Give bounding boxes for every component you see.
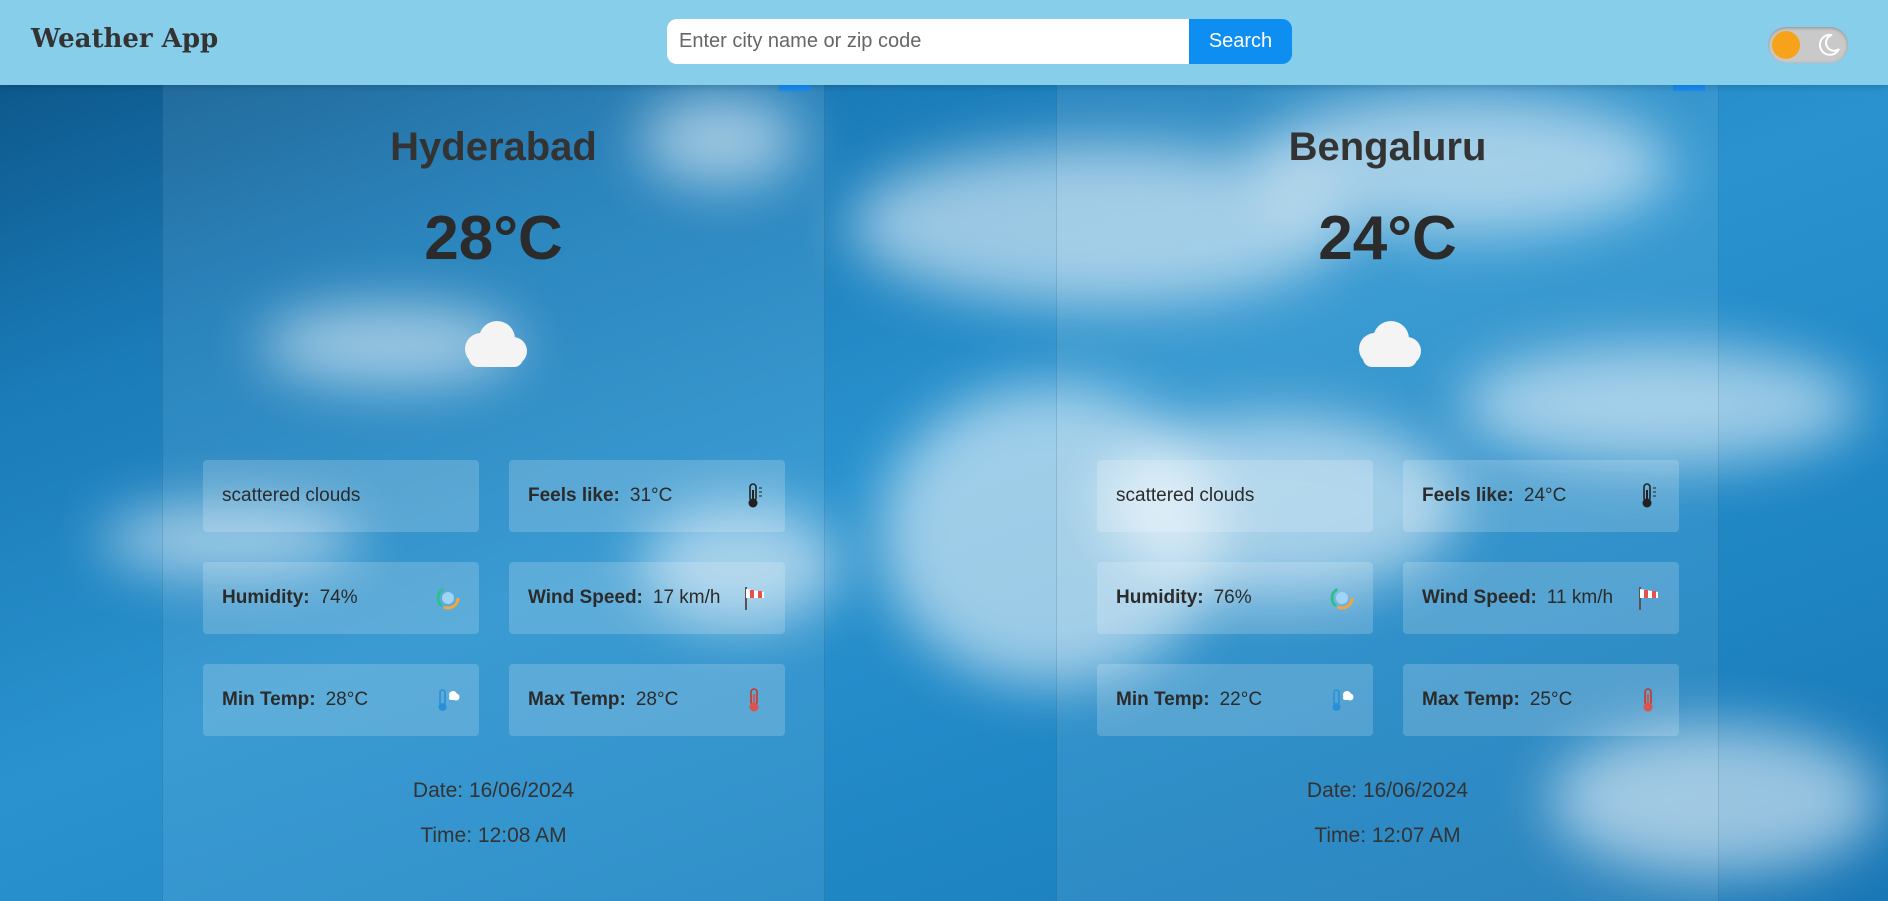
search-bar: Search xyxy=(667,19,1292,64)
cloud-icon xyxy=(1349,319,1427,369)
max-temp-tile: Max Temp: 25°C xyxy=(1403,664,1679,736)
card-corner-accent xyxy=(779,85,811,91)
current-temperature: 24°C xyxy=(1318,204,1457,273)
app-title: Weather App xyxy=(31,24,219,54)
feels-like-tile: Feels like: 31°C xyxy=(509,460,785,532)
search-button[interactable]: Search xyxy=(1189,19,1292,64)
wind-speed-tile-value: 11 km/h xyxy=(1546,587,1614,608)
weather-description: scattered clouds xyxy=(222,485,361,506)
feels-like-tile-label: Feels like: xyxy=(528,485,620,506)
min-temp-tile-label: Min Temp: xyxy=(1116,689,1210,710)
moon-icon xyxy=(1818,33,1840,56)
max-temp-tile: Max Temp: 28°C xyxy=(509,664,785,736)
humidity-tile: Humidity: 76% xyxy=(1097,562,1373,634)
humidity-icon xyxy=(1329,584,1355,612)
thermometer-icon xyxy=(1635,482,1661,510)
min-temp-tile-value: 28°C xyxy=(325,689,369,710)
feels-like-tile-value: 31°C xyxy=(629,485,673,506)
humidity-tile-label: Humidity: xyxy=(1116,587,1204,608)
max-temp-tile-label: Max Temp: xyxy=(1422,689,1520,710)
weather-card-bengaluru: Bengaluru 24°C scattered clouds Feels like:… xyxy=(1056,85,1719,901)
windsock-icon xyxy=(741,584,767,612)
min-temp-icon xyxy=(1329,686,1355,714)
max-temp-tile-value: 28°C xyxy=(635,689,679,710)
date-text: Date: 16/06/2024 xyxy=(412,779,575,802)
max-temp-icon xyxy=(741,686,767,714)
feels-like-tile: Feels like: 24°C xyxy=(1403,460,1679,532)
humidity-icon xyxy=(435,584,461,612)
city-name: Bengaluru xyxy=(1288,125,1487,169)
humidity-tile-label: Humidity: xyxy=(222,587,310,608)
humidity-tile: Humidity: 74% xyxy=(203,562,479,634)
current-temperature: 28°C xyxy=(424,204,563,273)
weather-card-hyderabad: Hyderabad 28°C scattered clouds Feels like:… xyxy=(162,85,825,901)
wind-speed-tile-value: 17 km/h xyxy=(652,587,721,608)
wind-speed-tile: Wind Speed: 11 km/h xyxy=(1403,562,1679,634)
min-temp-icon xyxy=(435,686,461,714)
theme-toggle[interactable] xyxy=(1768,27,1848,63)
time-text: Time: 12:07 AM xyxy=(1314,824,1461,847)
windsock-icon xyxy=(1635,584,1661,612)
sun-knob xyxy=(1772,31,1800,59)
weather-description: scattered clouds xyxy=(1116,485,1255,506)
date-text: Date: 16/06/2024 xyxy=(1306,779,1469,802)
feels-like-tile-value: 24°C xyxy=(1523,485,1567,506)
app-header: Weather App Search xyxy=(0,0,1888,85)
humidity-tile-value: 74% xyxy=(319,587,358,608)
time-text: Time: 12:08 AM xyxy=(420,824,567,847)
search-input[interactable] xyxy=(667,19,1189,64)
wind-speed-tile-label: Wind Speed: xyxy=(1422,587,1537,608)
min-temp-tile: Min Temp: 28°C xyxy=(203,664,479,736)
description-tile: scattered clouds xyxy=(203,460,479,532)
max-temp-tile-value: 25°C xyxy=(1529,689,1573,710)
city-name: Hyderabad xyxy=(390,125,597,169)
wind-speed-tile-label: Wind Speed: xyxy=(528,587,643,608)
humidity-tile-value: 76% xyxy=(1213,587,1252,608)
max-temp-icon xyxy=(1635,686,1661,714)
feels-like-tile-label: Feels like: xyxy=(1422,485,1514,506)
cloud-icon xyxy=(455,319,533,369)
card-corner-accent xyxy=(1673,85,1705,91)
wind-speed-tile: Wind Speed: 17 km/h xyxy=(509,562,785,634)
min-temp-tile: Min Temp: 22°C xyxy=(1097,664,1373,736)
min-temp-tile-label: Min Temp: xyxy=(222,689,316,710)
description-tile: scattered clouds xyxy=(1097,460,1373,532)
max-temp-tile-label: Max Temp: xyxy=(528,689,626,710)
min-temp-tile-value: 22°C xyxy=(1219,689,1263,710)
thermometer-icon xyxy=(741,482,767,510)
